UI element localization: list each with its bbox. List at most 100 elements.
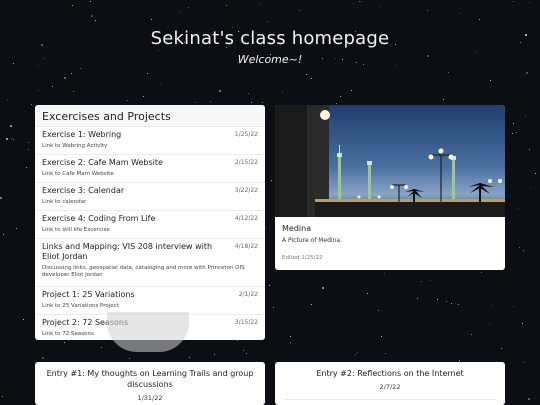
project-item-date: 2/15/22 [234, 159, 258, 166]
star [512, 0, 514, 2]
star [247, 93, 249, 95]
star [529, 187, 531, 189]
star [522, 250, 524, 252]
star [519, 246, 521, 248]
star [500, 348, 502, 350]
star [383, 272, 385, 274]
star [251, 101, 253, 103]
project-item-25-variations[interactable]: Project 1: 25 Variations 2/1/22 Link to … [35, 287, 265, 315]
entry-title[interactable]: Entry #1: My thoughts on Learning Trails… [35, 362, 265, 390]
star [6, 137, 9, 140]
star [512, 133, 514, 135]
project-item-date: 4/18/22 [234, 243, 258, 250]
star [490, 305, 492, 307]
star [72, 5, 74, 7]
star [178, 11, 180, 13]
page-title: Sekinat's class homepage [150, 28, 390, 49]
project-item-desc: Link to calendar [42, 199, 87, 205]
project-item-date: 1/25/22 [234, 131, 258, 138]
star [266, 21, 268, 23]
project-item-date: 3/15/22 [234, 319, 258, 326]
star [126, 99, 128, 101]
star [380, 335, 382, 337]
star [421, 280, 423, 282]
star [339, 95, 341, 97]
project-item-cafe-mam[interactable]: Exercise 2: Cafe Mam Website 2/15/22 Lin… [35, 155, 265, 183]
project-item-desc: Link to Webring Activity [42, 143, 108, 149]
star [446, 300, 448, 302]
project-item-title[interactable]: Exercise 1: Webring [42, 130, 258, 140]
star [142, 95, 144, 97]
star [448, 72, 450, 74]
project-item-desc: Link to Cafe Mam Website [42, 171, 114, 177]
star [458, 12, 460, 14]
project-item-date: 2/1/22 [238, 291, 258, 298]
star [429, 280, 431, 282]
star [158, 50, 160, 52]
star [10, 137, 12, 139]
star [187, 7, 189, 9]
star [336, 103, 338, 105]
star [214, 354, 216, 356]
star [385, 353, 387, 355]
star [528, 2, 530, 4]
star [290, 336, 292, 338]
star [41, 356, 44, 359]
star [38, 89, 40, 91]
star [377, 309, 379, 311]
star [242, 349, 244, 351]
project-item-date: 3/22/22 [234, 187, 258, 194]
divider [285, 399, 495, 400]
star [525, 115, 527, 117]
star [458, 304, 460, 306]
project-item-title[interactable]: Project 1: 25 Variations [42, 290, 258, 300]
star [471, 333, 473, 335]
scroll-overlay [107, 312, 189, 352]
project-item-title[interactable]: Exercise 3: Calendar [42, 186, 258, 196]
medina-edited-date: Edited 1/25/22 [282, 255, 323, 261]
page-subtitle: Welcome~! [237, 53, 303, 66]
star [311, 77, 313, 79]
star [528, 148, 530, 150]
entry-card-2[interactable]: Entry #2: Reflections on the Internet 2/… [275, 362, 505, 405]
star [90, 1, 92, 3]
project-item-links-and-mapping[interactable]: Links and Mapping: VIS 208 interview wit… [35, 239, 265, 287]
star [91, 15, 94, 18]
star [25, 166, 27, 168]
star [151, 18, 152, 20]
star [260, 3, 262, 5]
star [299, 9, 301, 11]
star [64, 76, 67, 79]
star [23, 318, 25, 320]
entry-card-1[interactable]: Entry #1: My thoughts on Learning Trails… [35, 362, 265, 405]
medina-title[interactable]: Medina [282, 224, 498, 233]
star [350, 90, 352, 92]
star [13, 139, 15, 141]
star [522, 361, 524, 363]
medina-photo [275, 105, 505, 217]
star [71, 73, 73, 75]
star [27, 142, 29, 144]
project-item-title[interactable]: Exercise 4: Coding From Life [42, 214, 258, 224]
star [427, 9, 429, 11]
star [10, 125, 13, 128]
star [489, 324, 491, 326]
star [226, 4, 227, 6]
star [218, 90, 221, 93]
medina-card[interactable]: Medina A Picture of Medina. Edited 1/25/… [275, 105, 505, 270]
star [289, 341, 291, 343]
project-item-title[interactable]: Links and Mapping: VIS 208 interview wit… [42, 242, 258, 262]
star [7, 99, 9, 101]
star [268, 284, 270, 286]
entry-title[interactable]: Entry #2: Reflections on the Internet [275, 362, 505, 379]
star [451, 302, 453, 304]
project-item-coding-from-life[interactable]: Exercise 4: Coding From Life 4/12/22 Lin… [35, 211, 265, 239]
star [442, 98, 444, 100]
project-item-calendar[interactable]: Exercise 3: Calendar 3/22/22 Link to cal… [35, 183, 265, 211]
project-item-desc: Link to still life Excercise [42, 227, 110, 233]
star [52, 85, 54, 87]
project-item-webring[interactable]: Exercise 1: Webring 1/25/22 Link to Webr… [35, 127, 265, 155]
project-item-desc: Link to 25 Variations Project [42, 303, 119, 309]
star [73, 90, 75, 92]
project-item-title[interactable]: Exercise 2: Cafe Mam Website [42, 158, 258, 168]
